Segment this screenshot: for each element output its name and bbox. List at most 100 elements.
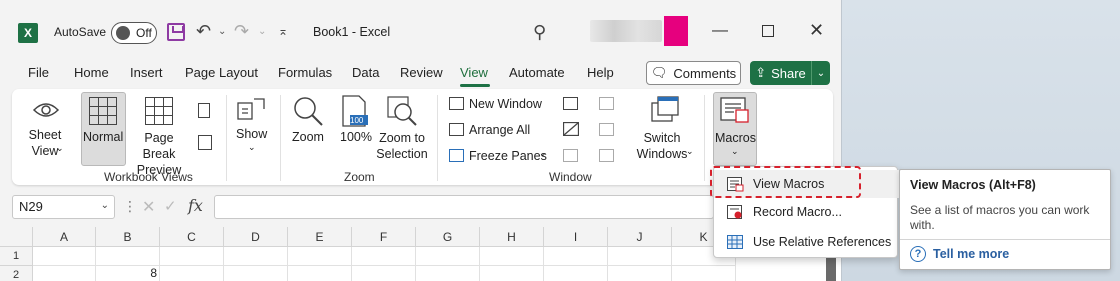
undo-icon[interactable]: ↶ [196,21,211,42]
cell-k2[interactable] [672,266,736,281]
chevron-down-icon: ⌄ [248,142,256,152]
freeze-panes-button[interactable]: Freeze Panes [469,149,547,163]
column-header[interactable]: D [224,227,288,247]
cell-j1[interactable] [608,247,672,266]
minimize-icon[interactable]: — [712,22,728,40]
formula-input[interactable] [214,195,714,219]
tab-home[interactable]: Home [74,65,109,80]
cell-d2[interactable] [224,266,288,281]
column-header[interactable]: E [288,227,352,247]
record-macro-item[interactable]: Record Macro... [714,198,899,226]
tab-insert[interactable]: Insert [130,65,163,80]
column-header[interactable]: I [544,227,608,247]
cell-i2[interactable] [544,266,608,281]
account-name-blurred[interactable] [590,20,662,42]
insert-function-button[interactable]: fx [188,196,203,215]
close-icon[interactable]: ✕ [809,20,824,41]
redo-dropdown-icon: ⌄ [258,26,267,37]
cell-d1[interactable] [224,247,288,266]
record-macro-icon [727,204,742,219]
separator [437,95,438,181]
cell-g1[interactable] [416,247,480,266]
zoom-button[interactable]: Zoom [292,130,324,144]
cell-h1[interactable] [480,247,544,266]
chevron-down-icon[interactable]: ⌄ [101,200,109,211]
split-icon[interactable] [563,97,578,110]
switch-windows-icon [651,96,679,122]
excel-logo-icon: X [18,23,38,43]
cell-f1[interactable] [352,247,416,266]
column-header[interactable]: J [608,227,672,247]
window-group-label: Window [549,170,592,184]
column-header[interactable]: C [160,227,224,247]
zoom-group-label: Zoom [344,170,375,184]
save-icon[interactable] [167,23,185,41]
vertical-scrollbar[interactable] [826,257,836,281]
separator [280,95,281,181]
unhide-icon [563,149,578,162]
tab-file[interactable]: File [28,65,49,80]
tooltip-divider [900,239,1110,240]
cell-h2[interactable] [480,266,544,281]
row-header[interactable]: 2 [0,266,33,281]
zoom-to-selection-button[interactable]: Zoom to Selection [372,130,432,162]
cell-b1[interactable] [96,247,160,266]
active-tab-indicator [460,84,490,87]
view-side-by-side-icon [599,97,614,110]
comments-button[interactable]: 🗨 Comments [646,61,741,85]
comment-icon: 🗨 [650,65,668,80]
title-bar: X AutoSave Off ↶ ⌄ ↷ ⌄ ⌅ Book1 - Excel ⚲… [0,0,841,64]
search-icon[interactable]: ⚲ [533,22,546,43]
share-button[interactable]: ⇪ Share ⌄ [750,61,830,85]
column-header[interactable]: A [33,227,96,247]
custom-views-icon[interactable] [198,135,212,150]
cell-e1[interactable] [288,247,352,266]
show-button[interactable]: Show [236,127,267,141]
tab-page-layout[interactable]: Page Layout [185,65,258,80]
tab-review[interactable]: Review [400,65,443,80]
cell-e2[interactable] [288,266,352,281]
formula-bar-grip-icon[interactable]: ⋮ [123,198,137,215]
autosave-state: Off [136,26,152,40]
cell-i1[interactable] [544,247,608,266]
cell-g2[interactable] [416,266,480,281]
new-window-button[interactable]: New Window [469,97,542,111]
tab-view[interactable]: View [460,65,488,80]
cell-c1[interactable] [160,247,224,266]
eye-icon [32,103,60,117]
chevron-down-icon: ⌄ [539,148,547,158]
page-layout-icon[interactable] [198,103,210,118]
autosave-toggle[interactable]: Off [111,22,157,44]
column-header[interactable]: G [416,227,480,247]
help-icon[interactable]: ? [910,246,926,262]
tab-formulas[interactable]: Formulas [278,65,332,80]
tell-me-more-link[interactable]: Tell me more [933,247,1009,261]
name-box[interactable]: N29 ⌄ [12,195,115,219]
tab-data[interactable]: Data [352,65,379,80]
column-header[interactable]: F [352,227,416,247]
column-header[interactable]: H [480,227,544,247]
cell-c2[interactable] [160,266,224,281]
customize-qat-icon[interactable]: ⌅ [278,24,288,38]
arrange-all-button[interactable]: Arrange All [469,123,530,137]
cell-j2[interactable] [608,266,672,281]
cell-a2[interactable] [33,266,96,281]
undo-dropdown-icon[interactable]: ⌄ [218,26,226,37]
select-all-corner[interactable] [0,227,33,247]
tab-automate[interactable]: Automate [509,65,565,80]
maximize-icon[interactable] [762,25,774,37]
zoom-100-button[interactable]: 100% [340,130,372,144]
tab-help[interactable]: Help [587,65,614,80]
name-box-value: N29 [19,199,43,214]
share-main[interactable]: ⇪ Share [750,61,812,85]
cell-f2[interactable] [352,266,416,281]
row-header[interactable]: 1 [0,247,33,266]
separator [226,95,227,181]
cell-b2[interactable]: 8 [96,266,160,281]
use-relative-references-item[interactable]: Use Relative References [714,228,899,256]
column-header[interactable]: B [96,227,160,247]
switch-windows-button[interactable]: Switch Windows [632,130,692,162]
share-dropdown-icon[interactable]: ⌄ [812,68,830,79]
avatar[interactable] [664,16,688,46]
cell-a1[interactable] [33,247,96,266]
